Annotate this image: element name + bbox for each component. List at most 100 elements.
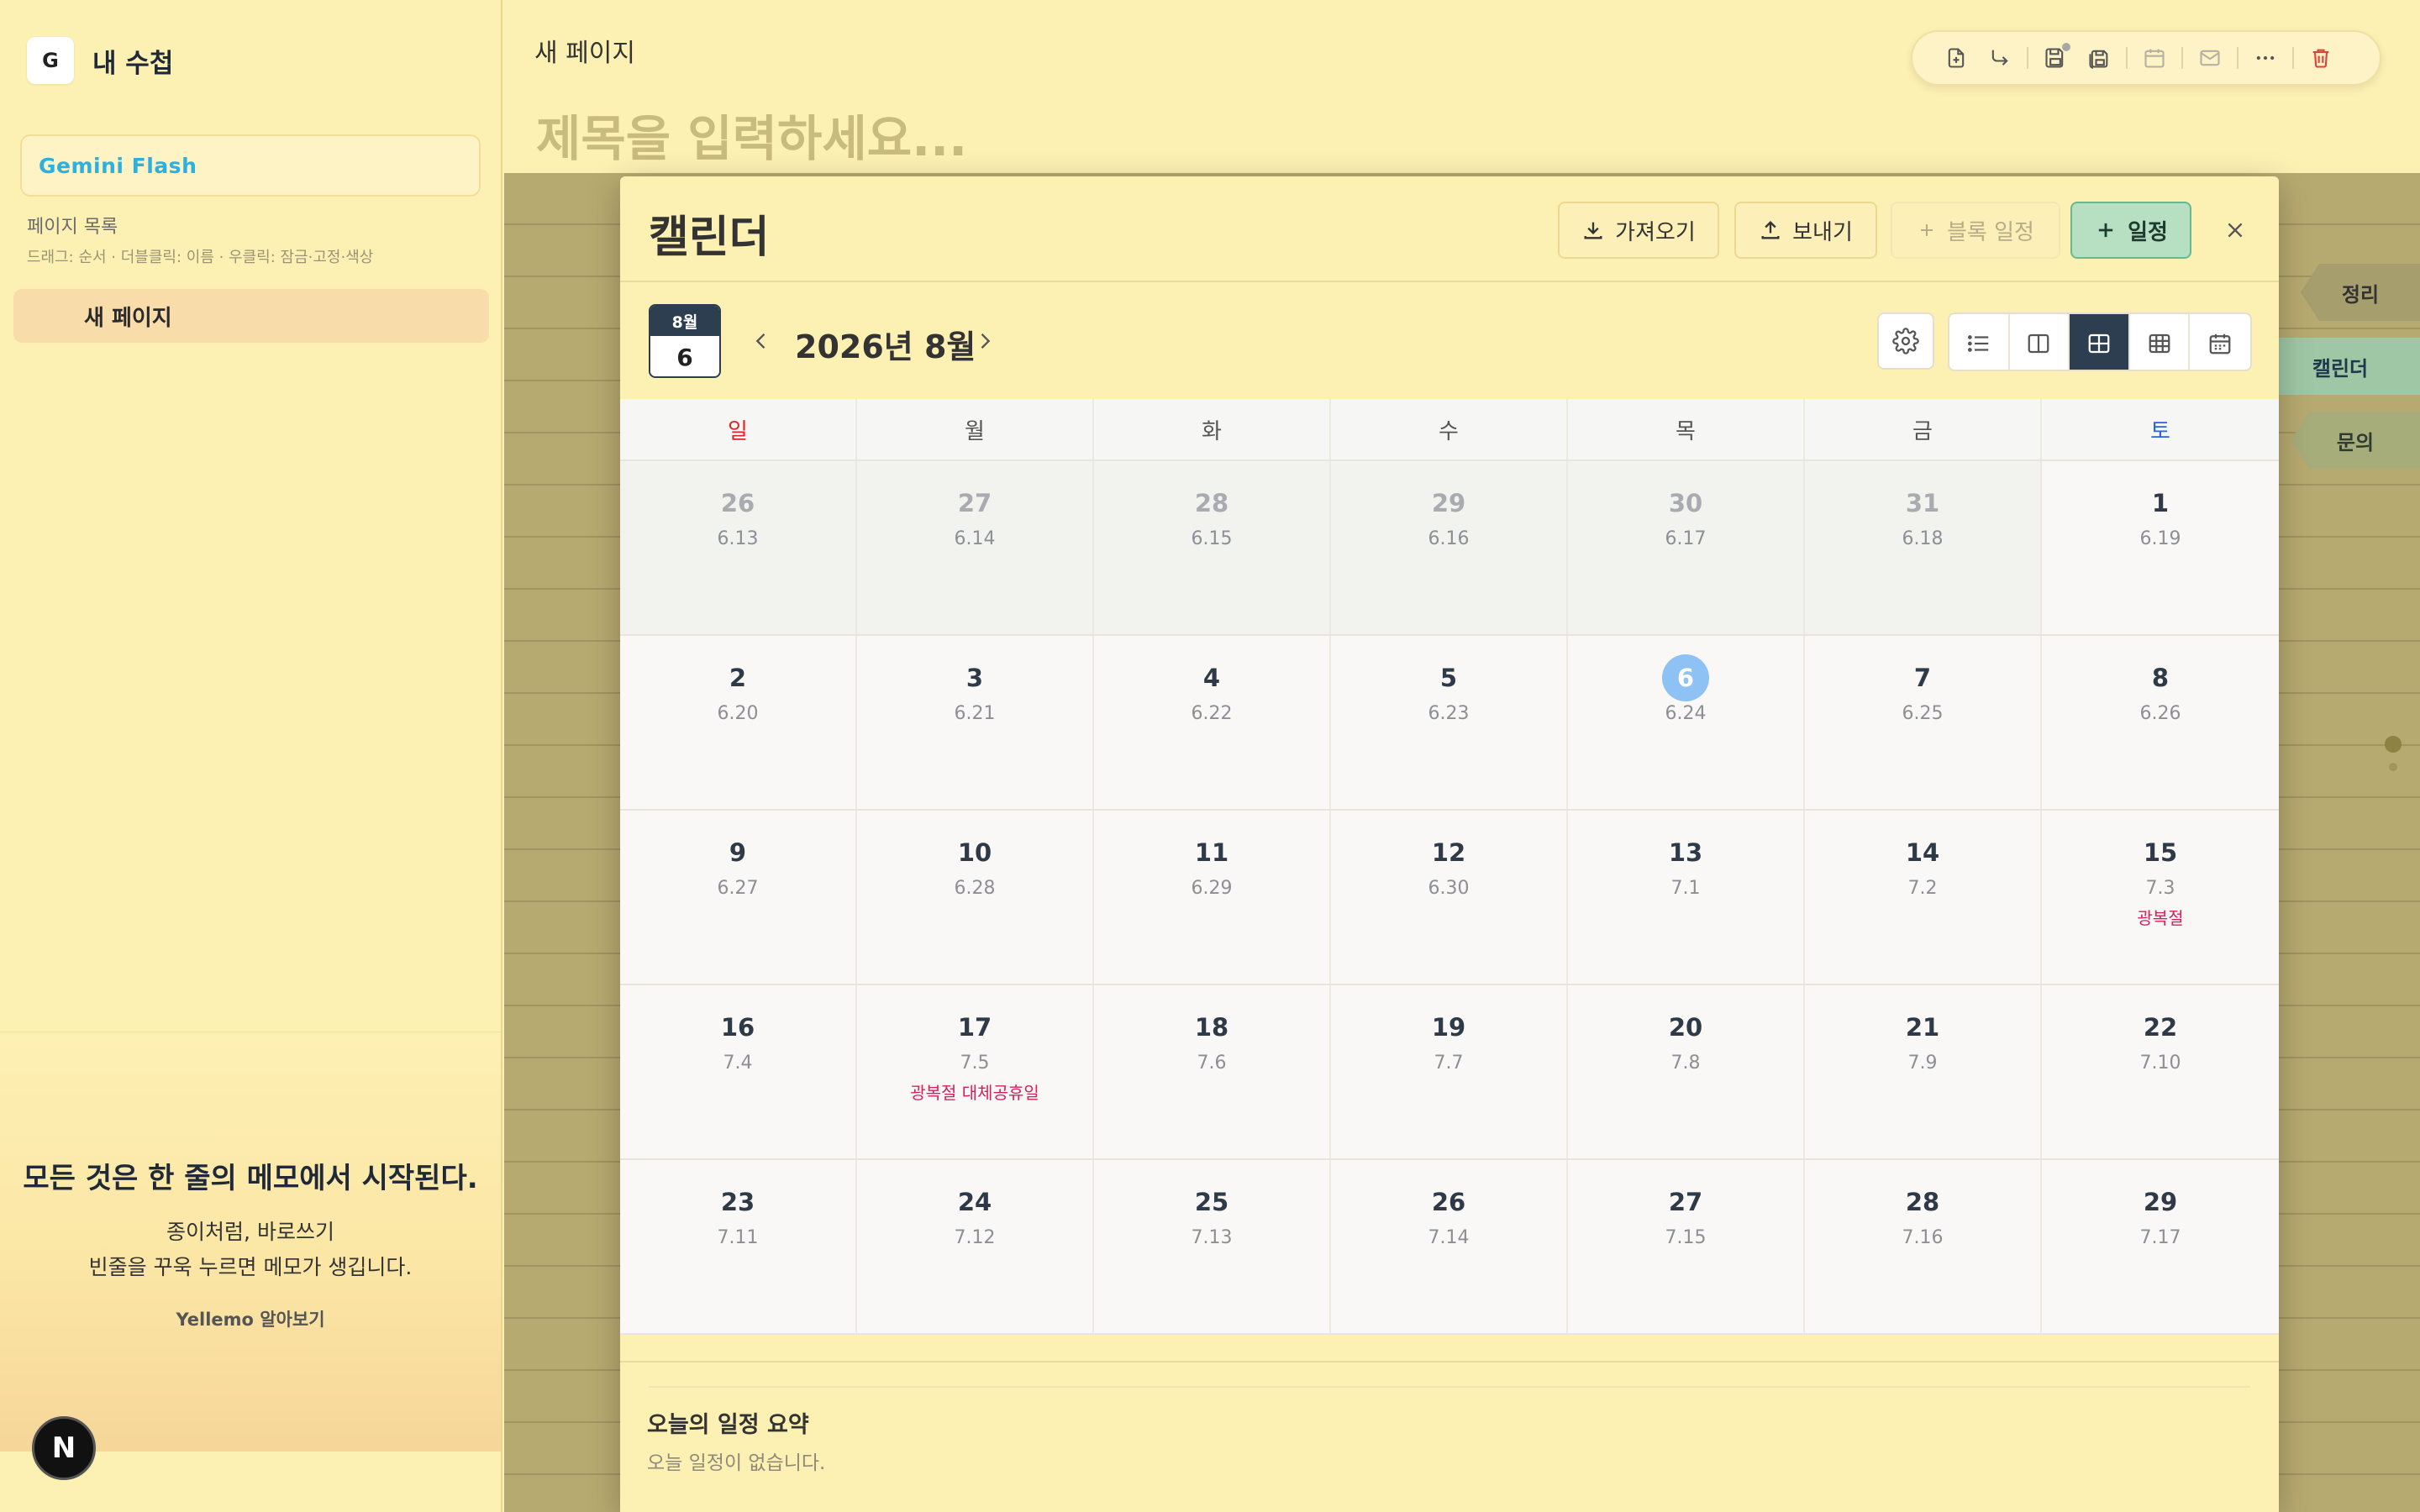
weekday-label: 월 <box>857 399 1094 459</box>
tab-organize[interactable]: 정리 <box>2301 264 2420 321</box>
day-cell[interactable]: 9 6.27 <box>620 811 857 984</box>
day-number: 28 <box>1905 1188 1940 1216</box>
day-cell[interactable]: 28 6.15 <box>1094 461 1331 634</box>
export-button[interactable]: 보내기 <box>1734 202 1877 259</box>
day-cell[interactable]: 16 7.4 <box>620 985 857 1158</box>
day-cell[interactable]: 23 7.11 <box>620 1160 857 1333</box>
chevron-right-icon[interactable] <box>968 324 1002 358</box>
add-schedule-button[interactable]: 일정 <box>2070 202 2191 259</box>
header-divider <box>620 281 2279 282</box>
day-cell[interactable]: 18 7.6 <box>1094 985 1331 1158</box>
day-cell[interactable]: 14 7.2 <box>1805 811 2042 984</box>
weekday-label: 화 <box>1094 399 1331 459</box>
month-grid-view-icon[interactable] <box>2070 314 2130 370</box>
modal-title: 캘린더 <box>649 213 770 263</box>
calendar-view-icon[interactable] <box>2190 314 2250 370</box>
day-cell[interactable]: 26 6.13 <box>620 461 857 634</box>
chevron-left-icon[interactable] <box>744 324 778 358</box>
day-cell[interactable]: 7 6.25 <box>1805 636 2042 809</box>
week-row: 16 7.4 17 7.5 광복절 대체공휴일 18 7.6 19 7.7 20 7.8 21 7.9 2… <box>620 985 2279 1160</box>
dev-badge[interactable]: N <box>32 1416 96 1480</box>
lunar-date: 7.17 <box>2139 1227 2181 1248</box>
day-cell[interactable]: 29 7.17 <box>2042 1160 2279 1333</box>
day-cell[interactable]: 1 6.19 <box>2042 461 2279 634</box>
learn-more-link[interactable]: Yellemo 알아보기 <box>0 1306 501 1331</box>
tab-calendar[interactable]: 캘린더 <box>2260 338 2420 395</box>
mail-icon[interactable] <box>2188 36 2232 80</box>
scroll-indicator-dot[interactable] <box>2389 763 2397 771</box>
holiday-label[interactable]: 광복절 <box>2042 905 2279 929</box>
scroll-indicator-dot[interactable] <box>2385 736 2402 753</box>
holiday-label[interactable]: 광복절 대체공휴일 <box>857 1079 1092 1104</box>
day-cell[interactable]: 31 6.18 <box>1805 461 2042 634</box>
day-number: 8 <box>2151 664 2170 692</box>
page-list-item[interactable]: 새 페이지 <box>13 289 489 343</box>
week-row: 23 7.11 24 7.12 25 7.13 26 7.14 27 7.15 28 7.16 29 7.… <box>620 1160 2279 1335</box>
calendar-icon[interactable] <box>2133 36 2176 80</box>
model-selector[interactable]: Gemini Flash <box>20 134 481 197</box>
day-cell[interactable]: 11 6.29 <box>1094 811 1331 984</box>
toolbar-divider <box>2126 47 2128 69</box>
day-cell[interactable]: 6 6.24 <box>1568 636 1805 809</box>
day-cell[interactable]: 4 6.22 <box>1094 636 1331 809</box>
day-cell[interactable]: 17 7.5 광복절 대체공휴일 <box>857 985 1094 1158</box>
list-view-icon[interactable] <box>1949 314 2010 370</box>
calendar-grid: 일 월 화 수 목 금 토 26 6.13 27 6.14 28 6.15 29 6.16 30… <box>620 399 2279 1335</box>
split-view-icon[interactable] <box>2010 314 2070 370</box>
day-cell[interactable]: 25 7.13 <box>1094 1160 1331 1333</box>
trash-icon[interactable] <box>2299 36 2343 80</box>
day-cell[interactable]: 19 7.7 <box>1331 985 1568 1158</box>
day-cell[interactable]: 27 6.14 <box>857 461 1094 634</box>
day-cell[interactable]: 21 7.9 <box>1805 985 2042 1158</box>
lunar-date: 7.4 <box>723 1053 753 1074</box>
weekday-label: 일 <box>620 399 857 459</box>
block-schedule-button[interactable]: 블록 일정 <box>1891 202 2060 259</box>
more-icon[interactable] <box>2244 36 2287 80</box>
day-number: 27 <box>957 489 992 517</box>
day-cell[interactable]: 3 6.21 <box>857 636 1094 809</box>
day-number: 25 <box>1194 1188 1229 1216</box>
table-view-icon[interactable] <box>2130 314 2191 370</box>
day-number: 18 <box>1194 1013 1229 1042</box>
day-cell[interactable]: 10 6.28 <box>857 811 1094 984</box>
lunar-date: 6.13 <box>717 528 759 549</box>
download-icon <box>1584 222 1602 239</box>
lunar-date: 6.19 <box>2139 528 2181 549</box>
brand[interactable]: G 내 수첩 <box>27 37 173 84</box>
lunar-date: 7.6 <box>1197 1053 1227 1074</box>
weekday-label: 목 <box>1568 399 1805 459</box>
forward-icon[interactable] <box>1978 36 2022 80</box>
lunar-date: 7.14 <box>1428 1227 1470 1248</box>
title-input[interactable]: 제목을 입력하세요... <box>536 99 967 170</box>
day-cell[interactable]: 5 6.23 <box>1331 636 1568 809</box>
day-number: 26 <box>1431 1188 1466 1216</box>
save-all-icon[interactable] <box>2077 36 2121 80</box>
day-cell[interactable]: 30 6.17 <box>1568 461 1805 634</box>
close-icon[interactable] <box>2217 212 2254 249</box>
day-cell[interactable]: 26 7.14 <box>1331 1160 1568 1333</box>
day-number: 4 <box>1202 664 1221 692</box>
lunar-date: 7.12 <box>954 1227 996 1248</box>
import-button[interactable]: 가져오기 <box>1558 202 1719 259</box>
summary-empty-text: 오늘 일정이 없습니다. <box>647 1452 826 1474</box>
day-cell[interactable]: 12 6.30 <box>1331 811 1568 984</box>
day-cell[interactable]: 27 7.15 <box>1568 1160 1805 1333</box>
day-cell[interactable]: 15 7.3 광복절 <box>2042 811 2279 984</box>
day-cell[interactable]: 29 6.16 <box>1331 461 1568 634</box>
day-cell[interactable]: 8 6.26 <box>2042 636 2279 809</box>
mini-day: 6 <box>676 343 693 371</box>
day-cell[interactable]: 13 7.1 <box>1568 811 1805 984</box>
day-cell[interactable]: 24 7.12 <box>857 1160 1094 1333</box>
save-icon[interactable] <box>2033 36 2077 80</box>
lunar-date: 7.9 <box>1907 1053 1938 1074</box>
lunar-date: 7.15 <box>1665 1227 1707 1248</box>
day-cell[interactable]: 20 7.8 <box>1568 985 1805 1158</box>
today-mini-calendar[interactable]: 8월 6 <box>649 304 721 378</box>
day-cell[interactable]: 22 7.10 <box>2042 985 2279 1158</box>
new-page-icon[interactable] <box>1934 36 1978 80</box>
sidebar: G 내 수첩 Gemini Flash 페이지 목록 드래그: 순서 · 더블클… <box>0 0 502 1512</box>
day-cell[interactable]: 28 7.16 <box>1805 1160 2042 1333</box>
day-cell[interactable]: 2 6.20 <box>620 636 857 809</box>
gear-icon[interactable] <box>1877 312 1934 370</box>
tab-inquiry[interactable]: 문의 <box>2291 412 2420 469</box>
